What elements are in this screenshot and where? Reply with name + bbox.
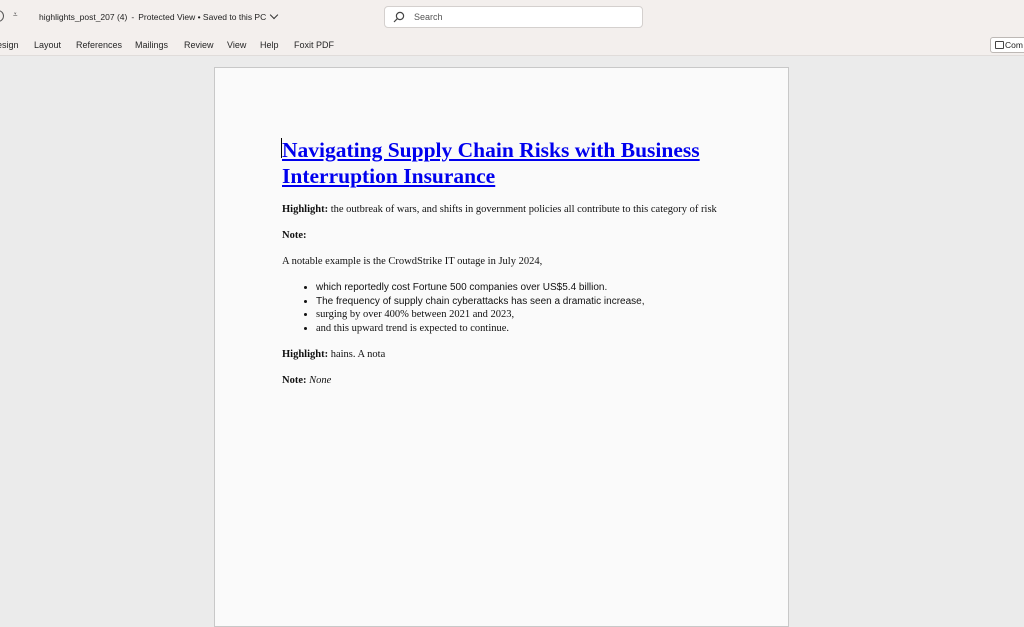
highlight-text: the outbreak of wars, and shifts in gove… <box>328 204 717 215</box>
file-name: highlights_post_207 (4) <box>39 12 128 22</box>
comments-button[interactable]: Com <box>990 37 1024 53</box>
document-title[interactable]: highlights_post_207 (4) - Protected View •… <box>39 10 279 22</box>
highlight-label: Highlight: <box>282 204 329 215</box>
title-separator: - <box>131 12 135 22</box>
highlight-paragraph-2: Highlight: hains. A nota <box>282 348 727 361</box>
tab-layout[interactable]: Layout <box>34 40 61 50</box>
chevron-down-icon[interactable] <box>270 10 279 20</box>
note-paragraph: Note: <box>282 229 727 242</box>
bullet-list: which reportedly cost Fortune 500 compan… <box>282 281 727 335</box>
document-body: Navigating Supply Chain Risks with Busin… <box>281 137 727 387</box>
search-input[interactable]: Search <box>414 12 443 22</box>
highlight-text-2: hains. A nota <box>328 349 386 360</box>
tab-design[interactable]: esign <box>0 40 19 50</box>
example-paragraph: A notable example is the CrowdStrike IT … <box>282 256 543 267</box>
note-label: Note: <box>282 230 307 241</box>
tab-help[interactable]: Help <box>260 40 279 50</box>
file-status: Protected View • Saved to this PC <box>138 12 267 22</box>
tab-view[interactable]: View <box>227 40 246 50</box>
title-bar: ⩡ highlights_post_207 (4) - Protected View… <box>0 0 1024 34</box>
customize-quick-access-icon[interactable]: ⩡ <box>13 10 18 20</box>
list-item: The frequency of supply chain cyberattac… <box>316 295 727 309</box>
note-label-2: Note: <box>282 375 307 386</box>
ribbon-tabs: esign Layout References Mailings Review … <box>0 34 1024 56</box>
document-heading[interactable]: Navigating Supply Chain Risks with Busin… <box>282 137 727 189</box>
list-item: surging by over 400% between 2021 and 20… <box>316 308 727 322</box>
text-cursor <box>281 138 282 158</box>
tab-review[interactable]: Review <box>184 40 214 50</box>
list-item: and this upward trend is expected to con… <box>316 322 727 336</box>
document-page[interactable]: Navigating Supply Chain Risks with Busin… <box>214 67 789 627</box>
tab-mailings[interactable]: Mailings <box>135 40 168 50</box>
highlight-label-2: Highlight: <box>282 349 329 360</box>
tab-foxit-pdf[interactable]: Foxit PDF <box>294 40 334 50</box>
note-paragraph-2: Note: None <box>282 374 727 387</box>
search-icon <box>393 11 405 23</box>
comment-icon <box>995 41 1004 49</box>
search-box[interactable]: Search <box>384 6 643 28</box>
note-text-2: None <box>309 375 332 386</box>
undo-icon[interactable] <box>0 10 4 22</box>
tab-references[interactable]: References <box>76 40 122 50</box>
highlight-paragraph: Highlight: the outbreak of wars, and shi… <box>282 203 727 216</box>
comments-label: Com <box>1005 40 1023 50</box>
list-item: which reportedly cost Fortune 500 compan… <box>316 281 727 295</box>
